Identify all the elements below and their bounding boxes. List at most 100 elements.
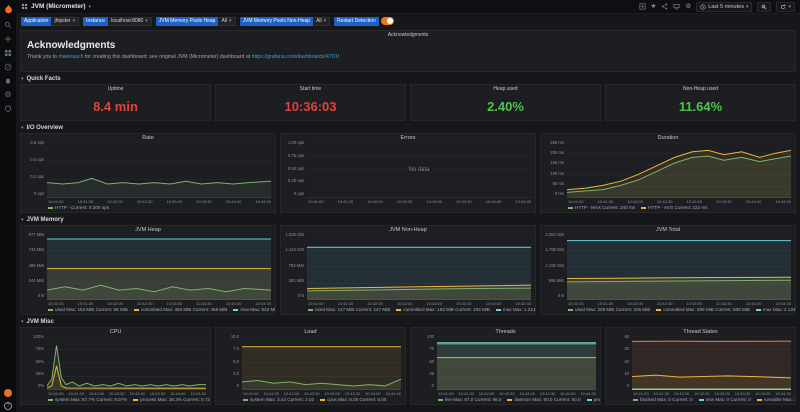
legend-label: live Max: 87.0 Current: 86.0 — [445, 397, 501, 402]
legend-item[interactable]: committed Max: 608 MiB Current: 608 MiB — [656, 307, 750, 312]
legend-item[interactable]: max Max: 2.124 GiB Current: 2.124 GiB — [756, 307, 795, 312]
zoom-out-button[interactable] — [757, 2, 771, 12]
legend-item[interactable]: system Max: 87.7% Current: 9.07% — [48, 397, 127, 402]
panel-title[interactable]: Threads — [411, 328, 600, 336]
variable-jvm-memory-pools-heap[interactable]: JVM Memory Pools Heap All▾ — [156, 17, 236, 26]
graph-plot[interactable] — [307, 234, 531, 300]
legend-item[interactable]: runnable Max: 10 Current: 9 — [757, 397, 795, 402]
graph-plot[interactable] — [47, 234, 271, 300]
star-icon[interactable]: ★ — [651, 3, 657, 11]
panel-title[interactable]: Duration — [541, 134, 795, 142]
y-tick-label: 0 B — [558, 293, 564, 298]
x-tick-label: 10:44:30 — [385, 391, 401, 396]
legend-item[interactable]: committed Max: 456 MiB Current: 456 MiB — [134, 307, 228, 312]
acknowledgments-paragraph: Thank you to mweirauch for creating this… — [27, 54, 789, 60]
row-io-overview[interactable]: ▾ I/O Overview — [21, 123, 796, 132]
graph-plot[interactable] — [47, 142, 271, 198]
user-avatar[interactable] — [4, 389, 12, 397]
legend-item[interactable]: committed Max: 153 MiB Current: 153 MiB — [396, 307, 490, 312]
legend-item[interactable]: daemon Max: 60.0 Current: 60.0 — [507, 397, 580, 402]
dashboard-title[interactable]: JVM (Micrometer) — [31, 3, 86, 10]
panel-title[interactable]: JVM Heap — [21, 226, 275, 234]
x-tick-label: 10:43:30 — [196, 199, 212, 204]
x-tick-label: 10:44:00 — [755, 391, 771, 396]
panel-title[interactable]: CPU — [21, 328, 210, 336]
legend-item[interactable]: HTTP - AVG Current: 222 ms — [641, 205, 707, 210]
grafana-logo-icon[interactable] — [3, 2, 14, 13]
settings-gear-icon[interactable]: ⚙ — [685, 3, 691, 11]
chevron-down-icon: ▾ — [145, 18, 148, 24]
panel-title[interactable]: Uptime — [21, 85, 210, 93]
panel-acknowledgments: Acknowledgments Acknowledgments Thank yo… — [20, 30, 796, 72]
legend-item[interactable]: used Max: 154 MiB Current: 58 MiB — [48, 307, 128, 312]
legend-item[interactable]: used Max: 147 MiB Current: 147 MiB — [308, 307, 390, 312]
graph-plot[interactable] — [567, 234, 791, 300]
chevron-down-icon[interactable]: ▾ — [89, 4, 92, 10]
panel-title[interactable]: Load — [216, 328, 405, 336]
y-tick-label: 10 — [624, 371, 629, 376]
panel-title[interactable]: Thread States — [606, 328, 795, 336]
graph-plot[interactable]: No data — [307, 142, 531, 198]
restart-detection-toggle[interactable] — [381, 17, 394, 25]
graph-plot[interactable] — [632, 336, 791, 390]
acknowledgments-heading: Acknowledgments — [27, 40, 789, 51]
y-tick-label: 100 ms — [550, 171, 564, 176]
graph-plot[interactable] — [242, 336, 401, 390]
explore-icon[interactable] — [4, 63, 12, 71]
panel-title[interactable]: JVM Total — [541, 226, 795, 234]
legend-item[interactable]: system Max: 3.42 Current: 2.02 — [243, 397, 314, 402]
variable-instance[interactable]: Instance localhost:8080▾ — [83, 17, 152, 26]
graph-plot[interactable] — [437, 336, 596, 390]
row-jvm-misc[interactable]: ▾ JVM Misc — [21, 317, 796, 326]
panel-title[interactable]: Rate — [21, 134, 275, 142]
x-tick-label: 10:43:30 — [196, 301, 212, 306]
y-tick-label: 2.5 — [233, 371, 239, 376]
legend-swatch — [320, 399, 325, 401]
variable-application[interactable]: Application jhipster▾ — [21, 17, 79, 26]
panel-title[interactable]: Heap used — [411, 85, 600, 93]
legend-item[interactable]: process Max: 38.3% Current: 0.72% — [133, 397, 210, 402]
author-link[interactable]: mweirauch — [58, 54, 83, 60]
y-tick-label: 381 MiB — [289, 278, 304, 283]
alerting-bell-icon[interactable] — [4, 77, 12, 85]
help-icon[interactable]: ? — [4, 402, 12, 410]
legend-item[interactable]: max Max: 932 MiB Current: 932 MiB — [233, 307, 275, 312]
y-tick-label: 1.00 ops — [288, 140, 304, 145]
dashboard-url-link[interactable]: https://grafana.com/dashboards/4701 — [252, 54, 338, 60]
legend-item[interactable]: HTTP - Current: 0.200 ops — [48, 205, 109, 210]
row-jvm-memory[interactable]: ▾ JVM Memory — [21, 215, 796, 224]
server-admin-shield-icon[interactable] — [4, 105, 12, 113]
refresh-button[interactable]: ▾ — [776, 2, 795, 12]
legend-item[interactable]: cpus Max: 8.00 Current: 8.00 — [320, 397, 386, 402]
panel-title[interactable]: Non-Heap used — [606, 85, 795, 93]
legend-swatch — [243, 399, 248, 401]
cycle-view-icon[interactable] — [673, 3, 680, 10]
dashboards-icon[interactable] — [4, 49, 12, 57]
x-tick-label: 10:44:00 — [746, 301, 762, 306]
configuration-gear-icon[interactable]: ⚙ — [4, 91, 12, 99]
time-range-picker[interactable]: Last 5 minutes ▾ — [696, 2, 752, 12]
x-tick-label: 10:42:00 — [107, 199, 123, 204]
y-tick-label: 0.6 ops — [30, 140, 44, 145]
share-icon[interactable] — [661, 3, 668, 10]
x-tick-label: 10:42:30 — [657, 199, 673, 204]
add-icon[interactable] — [4, 35, 12, 43]
panel-title[interactable]: JVM Non-Heap — [281, 226, 535, 234]
legend-item[interactable]: HTTP - MAX Current: 240 ms — [568, 205, 635, 210]
panel-title[interactable]: Start time — [216, 85, 405, 93]
legend-item[interactable]: new Max: 0 Current: 0 — [699, 397, 751, 402]
add-panel-icon[interactable] — [639, 3, 646, 10]
row-quick-facts[interactable]: ▾ Quick Facts — [21, 74, 796, 83]
variable-jvm-memory-pools-non-heap[interactable]: JVM Memory Pools Non-Heap All▾ — [240, 17, 331, 26]
panel-title[interactable]: Acknowledgments — [21, 31, 795, 39]
panel-title[interactable]: Errors — [281, 134, 535, 142]
legend-item[interactable]: max Max: 1.214 GiB Current: 1.214 GiB — [496, 307, 535, 312]
legend-item[interactable]: blocked Max: 0 Current: 0 — [633, 397, 693, 402]
legend-item[interactable]: peak Max: 87.0 Current: 87.0 — [587, 397, 600, 402]
graph-plot[interactable] — [567, 142, 791, 198]
graph-plot[interactable] — [47, 336, 206, 390]
legend-item[interactable]: used Max: 205 MiB Current: 205 MiB — [568, 307, 650, 312]
search-icon[interactable] — [4, 21, 12, 29]
legend-item[interactable]: live Max: 87.0 Current: 86.0 — [438, 397, 501, 402]
y-tick-label: 0 — [237, 383, 239, 388]
